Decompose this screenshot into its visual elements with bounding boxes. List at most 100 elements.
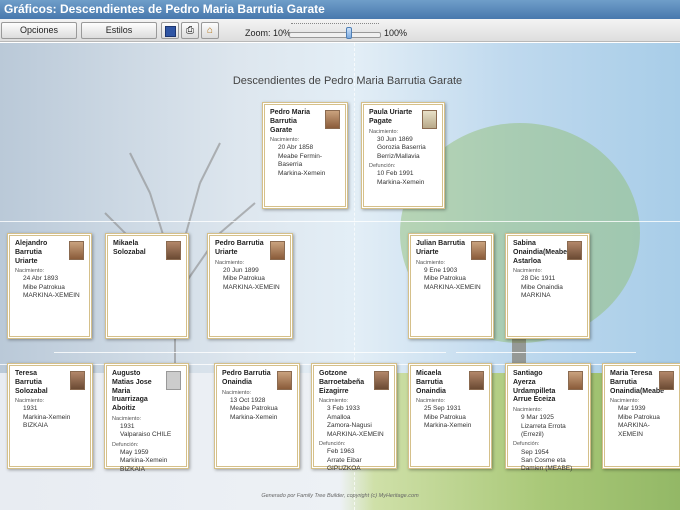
birth-town: MARKINA-XEMEIN bbox=[223, 283, 280, 291]
death-place: San Cosme eta bbox=[521, 457, 566, 465]
person-card-alejandro[interactable]: Alejandro Barrutia Uriarte Nacimiento: 2… bbox=[7, 233, 92, 339]
home-icon: ⌂ bbox=[206, 25, 214, 36]
death-date: 10 Feb 1991 bbox=[377, 170, 414, 178]
person-card-micaela[interactable]: Micaela Barrutia Onaindia Nacimiento: 25… bbox=[408, 363, 492, 469]
death-label: Defunción: bbox=[369, 162, 396, 169]
death-place: Markina-Xemein bbox=[120, 457, 168, 465]
zoom-thumb[interactable] bbox=[346, 27, 352, 39]
window-title: Gráficos: Descendientes de Pedro Maria B… bbox=[0, 0, 680, 19]
zoom-max-label: 100% bbox=[384, 28, 408, 38]
person-name: Alejandro Barrutia Uriarte bbox=[15, 240, 48, 265]
person-card-julian[interactable]: Julian Barrutia Uriarte Nacimiento: 9 En… bbox=[408, 233, 494, 339]
birth-label: Nacimiento: bbox=[215, 259, 245, 266]
person-photo bbox=[469, 371, 484, 390]
death-place: Arrate Eibar GIPUZKOA bbox=[327, 456, 362, 473]
person-card-teresa[interactable]: Teresa Barrutia Solozabal Nacimiento: 19… bbox=[7, 363, 93, 469]
birth-place: Gorozia Baserria bbox=[377, 144, 426, 152]
person-name: Mikaela Solozabal bbox=[113, 240, 146, 256]
options-button[interactable]: Opciones bbox=[1, 22, 77, 39]
birth-place: Valparaiso CHILE bbox=[120, 431, 172, 439]
birth-label: Nacimiento: bbox=[513, 407, 543, 413]
death-label: Defunción: bbox=[513, 441, 540, 448]
birth-place: Meabe Fermin-Baserria bbox=[278, 152, 323, 169]
save-icon bbox=[164, 26, 176, 37]
person-card-augusto[interactable]: Augusto Matias Jose Maria Iruarrizaga Ab… bbox=[104, 363, 189, 473]
person-card-gotzone[interactable]: Gotzone Barroetabeña Eizagirre Nacimient… bbox=[311, 363, 397, 472]
person-photo bbox=[374, 371, 389, 390]
zoom-slider[interactable] bbox=[289, 23, 381, 39]
birth-town: MARKINA-XEMEIN bbox=[424, 283, 481, 291]
person-card-sabina[interactable]: Sabina Onaindia(Meabe Astarloa Nacimient… bbox=[505, 233, 590, 339]
styles-button[interactable]: Estilos bbox=[81, 22, 157, 39]
birth-place: Meabe Patrokua bbox=[230, 405, 278, 413]
birth-date: 9 Mar 1925 bbox=[521, 414, 554, 422]
person-card-pedro-onaindia[interactable]: Pedro Barrutia Onaindia Nacimiento: 13 O… bbox=[214, 363, 300, 469]
birth-label: Nacimiento: bbox=[270, 137, 300, 144]
birth-date: 1931 bbox=[23, 405, 38, 413]
death-date: May 1959 bbox=[120, 448, 149, 456]
person-name: Micaela Barrutia Onaindia bbox=[416, 370, 446, 395]
person-name: Pedro Barrutia Uriarte bbox=[215, 240, 264, 256]
person-card-santiago[interactable]: Santiago Ayerza Urdampilleta Arrue Eceiz… bbox=[505, 363, 591, 472]
print-button[interactable]: ⎙ bbox=[181, 22, 199, 39]
birth-date: 20 Abr 1858 bbox=[278, 144, 314, 152]
birth-date: 28 Dic 1911 bbox=[521, 275, 556, 283]
birth-label: Nacimiento: bbox=[15, 268, 45, 275]
birth-town: MARKINA bbox=[521, 292, 551, 300]
chart-title: Descendientes de Pedro Maria Barrutia Ga… bbox=[232, 75, 463, 87]
person-card-paula[interactable]: Paula Uriarte Pagate Nacimiento: 30 Jun … bbox=[361, 102, 445, 209]
person-photo bbox=[70, 371, 85, 390]
family-connector-right bbox=[456, 352, 636, 353]
person-photo bbox=[422, 110, 437, 129]
birth-place: Markina-Xemein bbox=[23, 413, 71, 421]
death-date: Feb 1963 bbox=[327, 448, 355, 456]
person-card-mikaela[interactable]: Mikaela Solozabal bbox=[105, 233, 189, 339]
birth-date: 13 Oct 1928 bbox=[230, 396, 266, 404]
birth-label: Nacimiento: bbox=[369, 128, 399, 135]
person-card-maria-teresa[interactable]: Maria Teresa Barrutia Onaindia(Meabe Nac… bbox=[602, 363, 680, 469]
birth-town: Markina-Xemein bbox=[278, 169, 326, 177]
birth-date: 20 Jun 1899 bbox=[223, 266, 259, 274]
person-name: Maria Teresa Barrutia Onaindia(Meabe bbox=[610, 370, 665, 395]
chart-footer: Generado por Family Tree Builder, copyri… bbox=[261, 493, 419, 499]
zoom-min-label: Zoom: 10% bbox=[245, 28, 292, 38]
person-photo bbox=[270, 241, 285, 260]
birth-date: 25 Sep 1931 bbox=[424, 405, 461, 413]
death-label: Defunción: bbox=[319, 441, 346, 448]
birth-date: 1931 bbox=[120, 422, 135, 430]
birth-town: BIZKAIA bbox=[23, 422, 48, 430]
print-icon: ⎙ bbox=[186, 25, 194, 36]
person-card-pedro-maria[interactable]: Pedro Maria Barrutia Garate Nacimiento: … bbox=[262, 102, 348, 209]
birth-date: 9 Ene 1903 bbox=[424, 266, 458, 274]
birth-town: Berriz/Mallavia bbox=[377, 152, 420, 160]
death-date: Sep 1954 bbox=[521, 448, 549, 456]
chart-canvas[interactable]: Descendientes de Pedro Maria Barrutia Ga… bbox=[0, 43, 680, 510]
birth-label: Nacimiento: bbox=[112, 415, 142, 422]
birth-place: Mibe Patrokua bbox=[223, 275, 265, 283]
birth-town: MARKINA-XEMEIN bbox=[618, 422, 650, 438]
person-name: Augusto Matias Jose Maria Iruarrizaga Ab… bbox=[112, 370, 152, 412]
death-site: Damien (MEABE) bbox=[521, 465, 573, 473]
person-card-pedro-uriarte[interactable]: Pedro Barrutia Uriarte Nacimiento: 20 Ju… bbox=[207, 233, 293, 339]
birth-date: 24 Abr 1893 bbox=[23, 275, 59, 283]
person-photo-placeholder bbox=[166, 371, 181, 390]
home-button[interactable]: ⌂ bbox=[201, 22, 219, 39]
birth-place: Mibe Patrokua bbox=[618, 413, 660, 421]
birth-date: Mar 1939 bbox=[618, 405, 646, 413]
death-region: BIZKAIA bbox=[120, 465, 145, 473]
death-place: Markina-Xemein bbox=[377, 178, 425, 186]
death-label: Defunción: bbox=[112, 441, 139, 448]
person-name: Gotzone Barroetabeña Eizagirre bbox=[319, 370, 365, 395]
person-name: Teresa Barrutia Solozabal bbox=[15, 370, 48, 395]
birth-place: Mibe Onaindia bbox=[521, 283, 563, 291]
birth-label: Nacimiento: bbox=[416, 398, 446, 405]
birth-place: Mibe Patrokua bbox=[424, 275, 466, 283]
birth-label: Nacimiento: bbox=[319, 398, 349, 405]
generation-line-1 bbox=[0, 221, 680, 222]
person-photo bbox=[166, 241, 181, 260]
birth-place: Amalloa bbox=[327, 413, 351, 421]
birth-label: Nacimiento: bbox=[610, 398, 640, 405]
birth-town: Markina-Xemein bbox=[230, 413, 278, 421]
save-button[interactable] bbox=[161, 22, 179, 39]
family-connector-left bbox=[54, 352, 446, 353]
